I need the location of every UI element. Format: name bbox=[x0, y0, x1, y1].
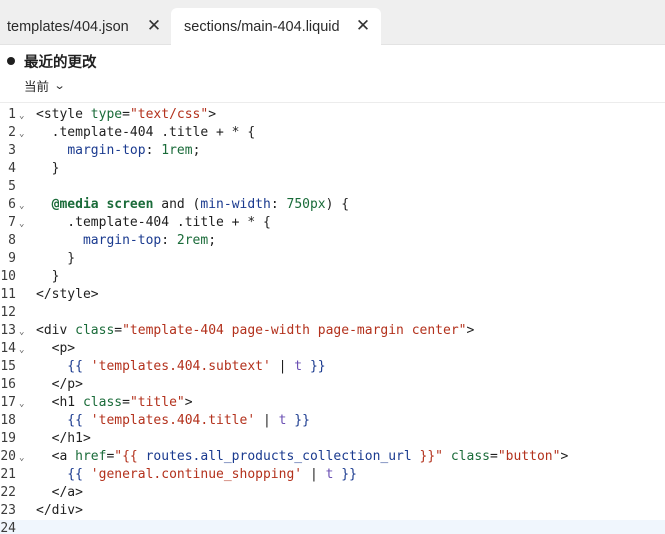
gutter-row: 7 ⌄ bbox=[0, 214, 665, 232]
line-number: 23 bbox=[0, 503, 16, 518]
line-number: 3 bbox=[8, 143, 16, 158]
line-number: 7 bbox=[8, 215, 16, 230]
line-number: 20 bbox=[0, 449, 16, 464]
fold-chevron-icon[interactable]: ⌄ bbox=[19, 215, 24, 233]
gutter-row: 16 bbox=[0, 376, 665, 394]
gutter-row: 9 bbox=[0, 250, 665, 268]
line-number: 22 bbox=[0, 485, 16, 500]
line-number: 2 bbox=[8, 125, 16, 140]
line-number: 17 bbox=[0, 395, 16, 410]
fold-chevron-icon[interactable]: ⌄ bbox=[19, 323, 24, 341]
gutter-row: 1 ⌄ bbox=[0, 106, 665, 124]
gutter-row: 3 bbox=[0, 142, 665, 160]
line-number: 13 bbox=[0, 323, 16, 338]
line-number: 12 bbox=[0, 305, 16, 320]
line-number: 5 bbox=[8, 179, 16, 194]
gutter-row: 14 ⌄ bbox=[0, 340, 665, 358]
gutter-row: 5 bbox=[0, 178, 665, 196]
gutter-row: 23 bbox=[0, 502, 665, 520]
unsaved-dot-icon bbox=[7, 57, 15, 65]
fold-chevron-icon[interactable]: ⌄ bbox=[19, 395, 24, 413]
gutter-row: 21 bbox=[0, 466, 665, 484]
divider bbox=[0, 102, 665, 103]
line-number: 4 bbox=[8, 161, 16, 176]
line-number: 9 bbox=[8, 251, 16, 266]
gutter-row: 6 ⌄ bbox=[0, 196, 665, 214]
fold-chevron-icon[interactable]: ⌄ bbox=[19, 341, 24, 359]
line-number: 8 bbox=[8, 233, 16, 248]
close-icon[interactable]: ✕ bbox=[354, 16, 372, 35]
close-icon[interactable]: ✕ bbox=[145, 16, 163, 35]
gutter-row: 18 bbox=[0, 412, 665, 430]
tab-label: templates/404.json bbox=[7, 18, 129, 35]
tab-bar: templates/404.json ✕ sections/main-404.l… bbox=[0, 0, 665, 46]
gutter-row: 19 bbox=[0, 430, 665, 448]
recent-changes-title: 最近的更改 bbox=[24, 55, 97, 71]
gutter-row: 8 bbox=[0, 232, 665, 250]
line-number: 15 bbox=[0, 359, 16, 374]
version-dropdown[interactable]: 当前 ⌄ bbox=[24, 76, 66, 95]
line-number: 11 bbox=[0, 287, 16, 302]
gutter-row: 2 ⌄ bbox=[0, 124, 665, 142]
line-number: 16 bbox=[0, 377, 16, 392]
gutter-row: 15 bbox=[0, 358, 665, 376]
line-number: 19 bbox=[0, 431, 16, 446]
tab-label: sections/main-404.liquid bbox=[184, 19, 340, 35]
fold-chevron-icon[interactable]: ⌄ bbox=[19, 449, 24, 467]
chevron-down-icon: ⌄ bbox=[53, 80, 66, 92]
gutter-row: 4 bbox=[0, 160, 665, 178]
code-editor[interactable]: 1 ⌄ 2 ⌄ 3 4 5 6 ⌄ 7 ⌄ 8 9 10 11 12 13 ⌄ 14 ⌄ 15 16 17 ⌄ 18 19 20 ⌄ 2… bbox=[0, 106, 665, 534]
tab-templates-404-json[interactable]: templates/404.json ✕ bbox=[0, 8, 171, 45]
line-number: 6 bbox=[8, 197, 16, 212]
file-header: 最近的更改 当前 ⌄ bbox=[0, 46, 665, 102]
gutter-row: 22 bbox=[0, 484, 665, 502]
fold-chevron-icon[interactable]: ⌄ bbox=[19, 107, 24, 125]
gutter-row: 10 bbox=[0, 268, 665, 286]
line-number: 10 bbox=[0, 269, 16, 284]
tab-sections-main-404-liquid[interactable]: sections/main-404.liquid ✕ bbox=[171, 8, 381, 46]
gutter-row: 24 bbox=[0, 520, 665, 534]
line-number: 18 bbox=[0, 413, 16, 428]
fold-chevron-icon[interactable]: ⌄ bbox=[19, 125, 24, 143]
gutter-row: 12 bbox=[0, 304, 665, 322]
gutter-row: 11 bbox=[0, 286, 665, 304]
line-number: 21 bbox=[0, 467, 16, 482]
version-label: 当前 bbox=[24, 80, 50, 94]
line-number: 1 bbox=[8, 107, 16, 122]
gutter-row: 20 ⌄ bbox=[0, 448, 665, 466]
gutter-row: 13 ⌄ bbox=[0, 322, 665, 340]
line-number: 24 bbox=[0, 521, 16, 534]
fold-chevron-icon[interactable]: ⌄ bbox=[19, 197, 24, 215]
line-number: 14 bbox=[0, 341, 16, 356]
gutter-row: 17 ⌄ bbox=[0, 394, 665, 412]
